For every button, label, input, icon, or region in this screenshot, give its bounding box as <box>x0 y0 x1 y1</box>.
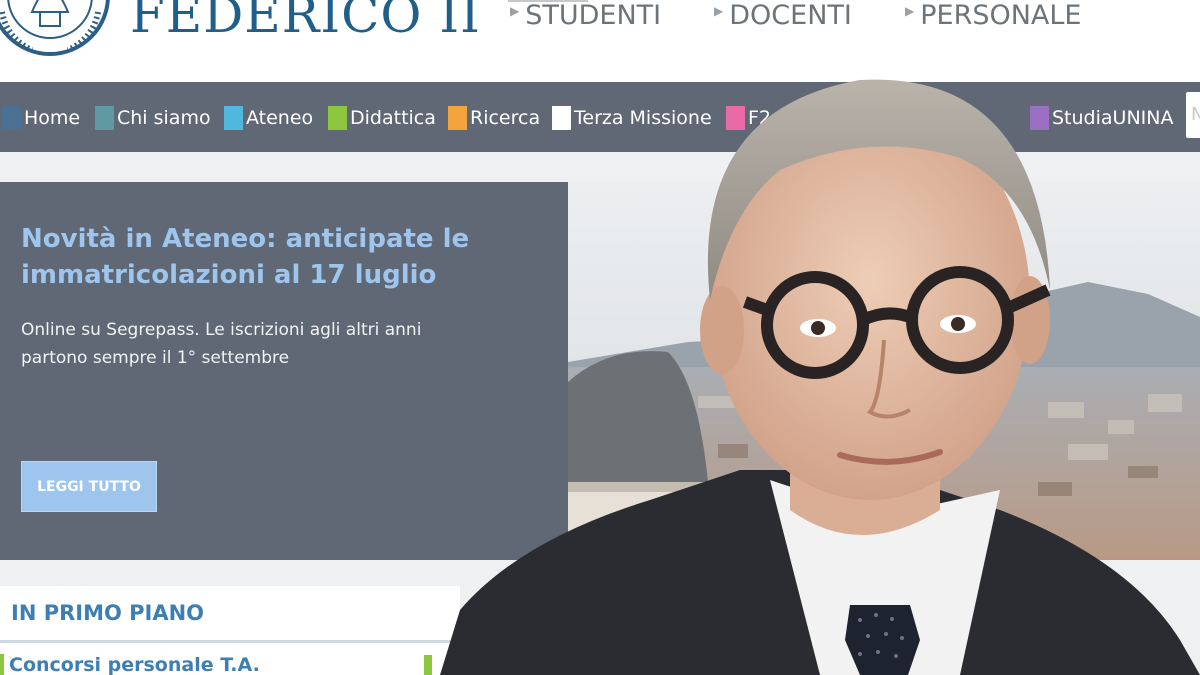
nav-label: Ricerca <box>470 107 541 129</box>
nav-item-terza-missione[interactable]: Terza Missione <box>552 106 712 130</box>
hero-title[interactable]: Novità in Ateneo: anticipate le immatric… <box>21 221 521 293</box>
color-square-icon <box>448 106 467 130</box>
news-hero-panel: Novità in Ateneo: anticipate le immatric… <box>0 182 568 560</box>
top-nav-label: PERSONALE <box>920 0 1082 31</box>
nav-item-ricerca[interactable]: Ricerca <box>448 106 540 130</box>
nav-item-home[interactable]: Home <box>2 106 80 130</box>
read-more-button[interactable]: LEGGI TUTTO <box>21 461 157 512</box>
top-nav-docenti[interactable]: ▶ DOCENTI <box>714 0 852 31</box>
site-header: FEDERICO II ▶ STUDENTI ▶ DOCENTI ▶ PERSONAL… <box>0 0 1200 82</box>
nav-item-f2[interactable]: F2 <box>726 106 771 130</box>
section-title[interactable]: IN PRIMO PIANO <box>11 601 204 625</box>
hero-text: Online su Segrepass. Le iscrizioni agli … <box>21 320 422 368</box>
top-nav-personale[interactable]: ▶ PERSONALE <box>905 0 1082 31</box>
color-square-icon <box>328 106 347 130</box>
color-square-icon <box>95 106 114 130</box>
main-nav-bar: Home Chi siamo Ateneo Didattica Ricerca … <box>0 82 1200 152</box>
university-seal-icon[interactable] <box>0 0 116 68</box>
list-marker <box>0 654 4 675</box>
search-placeholder: N <box>1191 104 1200 125</box>
nav-item-studiaunina[interactable]: StudiaUNINA <box>1030 106 1173 130</box>
nav-label: Chi siamo <box>117 107 211 129</box>
nav-label: F2 <box>748 107 772 129</box>
naples-panorama-image <box>568 182 1200 560</box>
nav-label: Ateneo <box>246 107 314 129</box>
nav-item-chi-siamo[interactable]: Chi siamo <box>95 106 211 130</box>
nav-label: Terza Missione <box>574 107 712 129</box>
nav-label: Didattica <box>350 107 436 129</box>
university-name[interactable]: FEDERICO II <box>130 0 481 44</box>
triangle-right-icon: ▶ <box>714 3 724 18</box>
triangle-right-icon: ▶ <box>905 3 915 18</box>
nav-item-ateneo[interactable]: Ateneo <box>224 106 313 130</box>
top-nav-label: DOCENTI <box>729 0 852 31</box>
color-square-icon <box>552 106 571 130</box>
color-square-icon <box>1030 106 1049 130</box>
color-square-icon <box>2 106 21 130</box>
nav-label: StudiaUNINA <box>1052 107 1174 129</box>
list-item[interactable]: Concorsi personale T.A. <box>0 654 260 675</box>
section-divider <box>0 640 452 643</box>
list-item-label: Concorsi personale T.A. <box>9 654 260 675</box>
search-input[interactable]: N <box>1186 92 1200 138</box>
top-nav-studenti[interactable]: ▶ STUDENTI <box>510 0 661 31</box>
list-marker <box>424 655 432 675</box>
nav-item-didattica[interactable]: Didattica <box>328 106 436 130</box>
nav-label: Home <box>24 107 81 129</box>
color-square-icon <box>726 106 745 130</box>
triangle-right-icon: ▶ <box>510 3 520 18</box>
color-square-icon <box>224 106 243 130</box>
top-nav-label: STUDENTI <box>525 0 662 31</box>
